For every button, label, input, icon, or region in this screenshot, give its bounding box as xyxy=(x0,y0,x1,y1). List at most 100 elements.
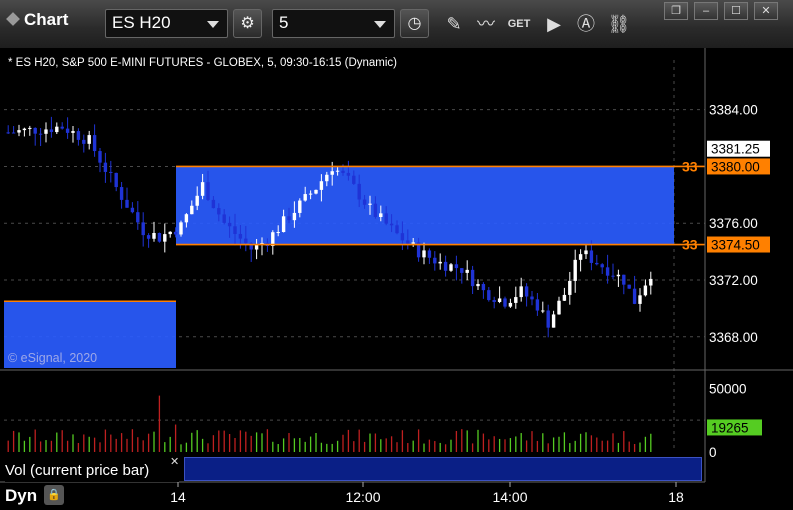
candle-body-4 xyxy=(28,127,32,129)
candle-body-81 xyxy=(443,261,448,271)
candle-body-40 xyxy=(222,214,226,223)
candle-body-103 xyxy=(562,294,567,301)
time-tick-1: 12:00 xyxy=(345,489,380,505)
candle-body-52 xyxy=(287,216,291,221)
candle-body-67 xyxy=(368,203,372,205)
chart-pin-icon[interactable] xyxy=(6,12,20,26)
candle-body-5 xyxy=(33,127,37,134)
symbol-combo[interactable]: ES H20 xyxy=(105,9,228,38)
time-tick-2: 14:00 xyxy=(492,489,527,505)
studies-icon[interactable]: 〰 xyxy=(472,10,500,38)
close-icon[interactable]: ✕ xyxy=(754,2,778,20)
candle-body-29 xyxy=(163,234,167,242)
chart-settings-icon[interactable]: ⚙ xyxy=(233,9,262,38)
candle-body-110 xyxy=(600,264,604,268)
toolbar: Chart ES H20 ⚙ 5 ◷ ✎ 〰 GET ▶ Ⓐ ⛓ ❐ – ☐ ✕ xyxy=(0,0,793,49)
candle-body-38 xyxy=(211,199,216,209)
chart-label: Chart xyxy=(24,10,69,29)
volume-tick-0: 50000 xyxy=(709,381,747,396)
candle-body-58 xyxy=(319,181,324,190)
candle-body-77 xyxy=(422,250,426,258)
get-label: GET xyxy=(507,18,531,30)
level-tag-1: 33 xyxy=(682,237,698,253)
candle-body-33 xyxy=(184,214,189,223)
candle-body-19 xyxy=(109,171,113,173)
close-study-icon[interactable]: ✕ xyxy=(170,455,179,468)
candle-body-1 xyxy=(11,132,16,134)
link-icon[interactable]: ⛓ xyxy=(605,10,633,38)
candle-body-115 xyxy=(627,284,631,289)
candle-body-111 xyxy=(605,267,610,276)
pencil-icon[interactable]: ✎ xyxy=(440,10,468,38)
candle-body-68 xyxy=(373,203,378,217)
candle-body-79 xyxy=(433,257,437,264)
chevron-down-icon[interactable] xyxy=(207,21,219,28)
candle-body-18 xyxy=(103,162,108,172)
current-price-label: 3381.25 xyxy=(711,142,760,157)
clock-icon[interactable]: ◷ xyxy=(400,9,429,38)
candle-body-105 xyxy=(573,259,577,281)
candle-body-11 xyxy=(65,128,70,133)
candle-body-24 xyxy=(136,212,140,223)
candle-body-30 xyxy=(168,231,172,235)
level-tag-0: 33 xyxy=(682,158,698,174)
candle-body-100 xyxy=(546,310,550,328)
candle-body-117 xyxy=(638,295,642,304)
candle-body-41 xyxy=(227,222,232,227)
dyn-label[interactable]: Dyn xyxy=(5,486,37,506)
get-icon[interactable]: GET xyxy=(505,10,533,38)
candle-body-96 xyxy=(524,286,529,297)
interval-combo[interactable]: 5 xyxy=(272,9,395,38)
candle-body-27 xyxy=(152,233,156,239)
chart-window: Chart ES H20 ⚙ 5 ◷ ✎ 〰 GET ▶ Ⓐ ⛓ ❐ – ☐ ✕… xyxy=(0,0,793,510)
candle-body-14 xyxy=(82,139,86,144)
candle-body-16 xyxy=(92,135,97,152)
interval-value: 5 xyxy=(279,13,289,32)
candle-body-86 xyxy=(470,269,475,287)
candle-body-17 xyxy=(98,151,102,163)
candle-body-21 xyxy=(119,187,124,200)
candle-body-104 xyxy=(568,280,572,295)
candle-body-71 xyxy=(389,223,394,226)
candle-body-59 xyxy=(325,174,329,182)
candle-body-98 xyxy=(535,299,540,311)
study-input-box[interactable] xyxy=(184,457,702,481)
chevron-down-icon[interactable] xyxy=(374,21,386,28)
candle-body-84 xyxy=(460,268,464,273)
candle-body-57 xyxy=(314,189,318,194)
candle-body-93 xyxy=(508,302,513,307)
lock-icon[interactable]: 🔒 xyxy=(44,485,64,505)
candle-body-36 xyxy=(200,182,205,196)
time-tick-3: 18 xyxy=(668,489,684,505)
restore-icon[interactable]: ❐ xyxy=(664,2,688,20)
candle-body-56 xyxy=(308,193,313,195)
price-tick-0: 3384.00 xyxy=(709,103,758,118)
maximize-icon[interactable]: ☐ xyxy=(724,2,748,20)
candle-body-82 xyxy=(449,264,453,271)
candle-body-90 xyxy=(492,300,496,302)
candle-body-116 xyxy=(632,288,637,304)
candle-body-61 xyxy=(335,170,340,172)
candle-body-10 xyxy=(60,126,64,129)
candle-body-89 xyxy=(487,290,491,301)
minimize-icon[interactable]: – xyxy=(694,2,718,20)
candle-body-66 xyxy=(362,199,367,205)
highlight-zone-0 xyxy=(176,166,674,245)
candle-body-64 xyxy=(352,175,356,184)
candle-body-20 xyxy=(114,172,118,188)
alert-icon[interactable]: Ⓐ xyxy=(572,10,600,38)
candle-body-92 xyxy=(503,298,507,307)
candle-body-44 xyxy=(244,238,248,244)
candle-body-15 xyxy=(87,135,91,144)
candle-body-6 xyxy=(38,133,43,135)
volume-tick-1: 0 xyxy=(709,445,717,460)
price-chart[interactable]: 33 3380.00 33 3374.50 3384.00 3376.00 3372.00… xyxy=(0,48,793,510)
candle-body-25 xyxy=(141,222,145,236)
play-icon[interactable]: ▶ xyxy=(540,10,568,38)
candle-body-0 xyxy=(6,132,10,134)
candle-body-37 xyxy=(206,182,210,200)
candle-body-60 xyxy=(330,171,334,175)
candle-body-53 xyxy=(292,212,297,221)
candle-body-70 xyxy=(384,213,388,224)
symbol-value: ES H20 xyxy=(112,13,171,32)
